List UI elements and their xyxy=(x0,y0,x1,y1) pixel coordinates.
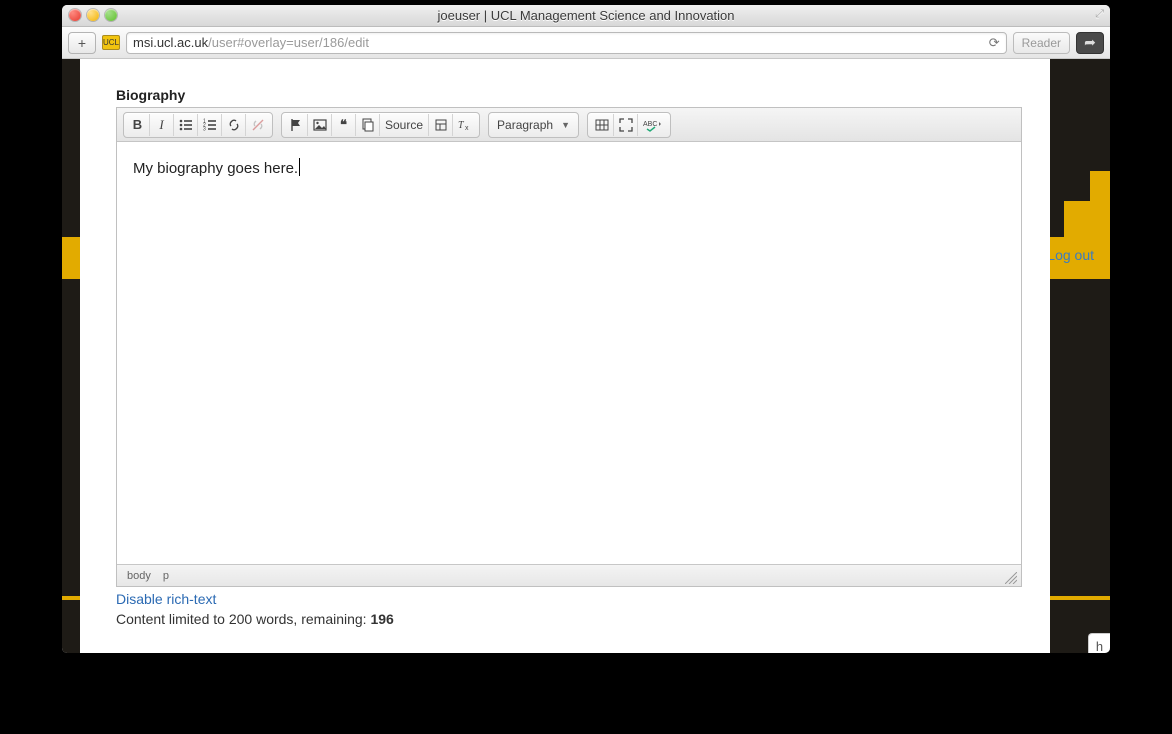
list-ul-icon xyxy=(179,118,193,132)
svg-text:T: T xyxy=(458,120,465,131)
new-tab-button[interactable]: + xyxy=(68,32,96,54)
window-title: joeuser | UCL Management Science and Inn… xyxy=(437,8,734,23)
biography-label: Biography xyxy=(116,87,1022,103)
remove-format-button[interactable]: Tx xyxy=(453,114,477,136)
editor-content-area[interactable]: My biography goes here. xyxy=(117,142,1021,564)
editor-footer: body p xyxy=(117,564,1021,586)
editor-text: My biography goes here. xyxy=(133,160,298,177)
blockquote-button[interactable]: ❝ xyxy=(332,114,356,136)
anchor-button[interactable] xyxy=(284,114,308,136)
paragraph-format-dropdown[interactable]: Paragraph ▼ xyxy=(488,112,579,138)
numbered-list-button[interactable]: 123 xyxy=(198,114,222,136)
toolbar-group-insert: ❝ Source Tx xyxy=(281,112,480,138)
minimize-window-button[interactable] xyxy=(87,9,99,21)
paste-from-word-button[interactable] xyxy=(356,114,380,136)
window-titlebar: joeuser | UCL Management Science and Inn… xyxy=(62,5,1110,27)
paragraph-label: Paragraph xyxy=(497,118,553,132)
link-button[interactable] xyxy=(222,114,246,136)
word-limit-text: Content limited to 200 words, remaining:… xyxy=(116,611,1022,627)
url-host: msi.ucl.ac.uk xyxy=(133,35,208,50)
flag-icon xyxy=(289,118,303,132)
elements-path-p[interactable]: p xyxy=(163,570,169,582)
bg-decor xyxy=(1064,201,1110,237)
bold-button[interactable]: B xyxy=(126,114,150,136)
image-button[interactable] xyxy=(308,114,332,136)
hidden-button-stub[interactable]: h xyxy=(1088,633,1110,653)
elements-path-body[interactable]: body xyxy=(127,570,151,582)
spellcheck-icon: ABC xyxy=(643,118,663,132)
table-icon xyxy=(595,118,609,132)
bg-decor xyxy=(1090,171,1110,201)
disable-richtext-link[interactable]: Disable rich-text xyxy=(116,591,216,607)
zoom-window-button[interactable] xyxy=(105,9,117,21)
reader-button[interactable]: Reader xyxy=(1013,32,1070,54)
site-favicon: UCL xyxy=(102,35,120,50)
maximize-icon xyxy=(619,118,633,132)
image-icon xyxy=(313,118,327,132)
browser-window: joeuser | UCL Management Science and Inn… xyxy=(62,5,1110,653)
paste-icon xyxy=(361,118,375,132)
link-icon xyxy=(227,118,241,132)
bulleted-list-button[interactable] xyxy=(174,114,198,136)
fullscreen-icon[interactable]: ⤢ xyxy=(1095,8,1104,21)
wysiwyg-editor: B I 123 xyxy=(116,107,1022,587)
editor-toolbar: B I 123 xyxy=(117,108,1021,142)
url-path: /user#overlay=user/186/edit xyxy=(208,35,369,50)
url-toolbar: + UCL msi.ucl.ac.uk/user#overlay=user/18… xyxy=(62,27,1110,59)
list-ol-icon: 123 xyxy=(203,118,217,132)
close-window-button[interactable] xyxy=(69,9,81,21)
spellcheck-button[interactable]: ABC xyxy=(638,114,668,136)
logout-link[interactable]: Log out xyxy=(1047,247,1094,263)
svg-text:ABC: ABC xyxy=(643,121,657,128)
templates-icon xyxy=(434,118,448,132)
text-cursor xyxy=(299,158,300,176)
templates-button[interactable] xyxy=(429,114,453,136)
svg-text:3: 3 xyxy=(203,126,206,132)
svg-text:x: x xyxy=(465,125,469,132)
toolbar-group-text: B I 123 xyxy=(123,112,273,138)
maximize-button[interactable] xyxy=(614,114,638,136)
unlink-button[interactable] xyxy=(246,114,270,136)
overlay-panel: Biography B I 123 xyxy=(80,59,1050,653)
remove-format-icon: Tx xyxy=(458,118,472,132)
url-field[interactable]: msi.ucl.ac.uk/user#overlay=user/186/edit… xyxy=(126,32,1007,54)
share-button[interactable]: ➦ xyxy=(1076,32,1104,54)
table-button[interactable] xyxy=(590,114,614,136)
page-viewport: Log out h Biography B I 123 xyxy=(62,59,1110,653)
unlink-icon xyxy=(251,118,265,132)
toolbar-group-tools: ABC xyxy=(587,112,671,138)
resize-grip-icon[interactable] xyxy=(1005,572,1017,584)
reload-button[interactable]: ⟳ xyxy=(989,35,1000,51)
window-controls xyxy=(69,9,117,21)
italic-button[interactable]: I xyxy=(150,114,174,136)
words-remaining: 196 xyxy=(370,611,393,627)
source-button[interactable]: Source xyxy=(380,114,429,136)
chevron-down-icon: ▼ xyxy=(561,120,570,130)
